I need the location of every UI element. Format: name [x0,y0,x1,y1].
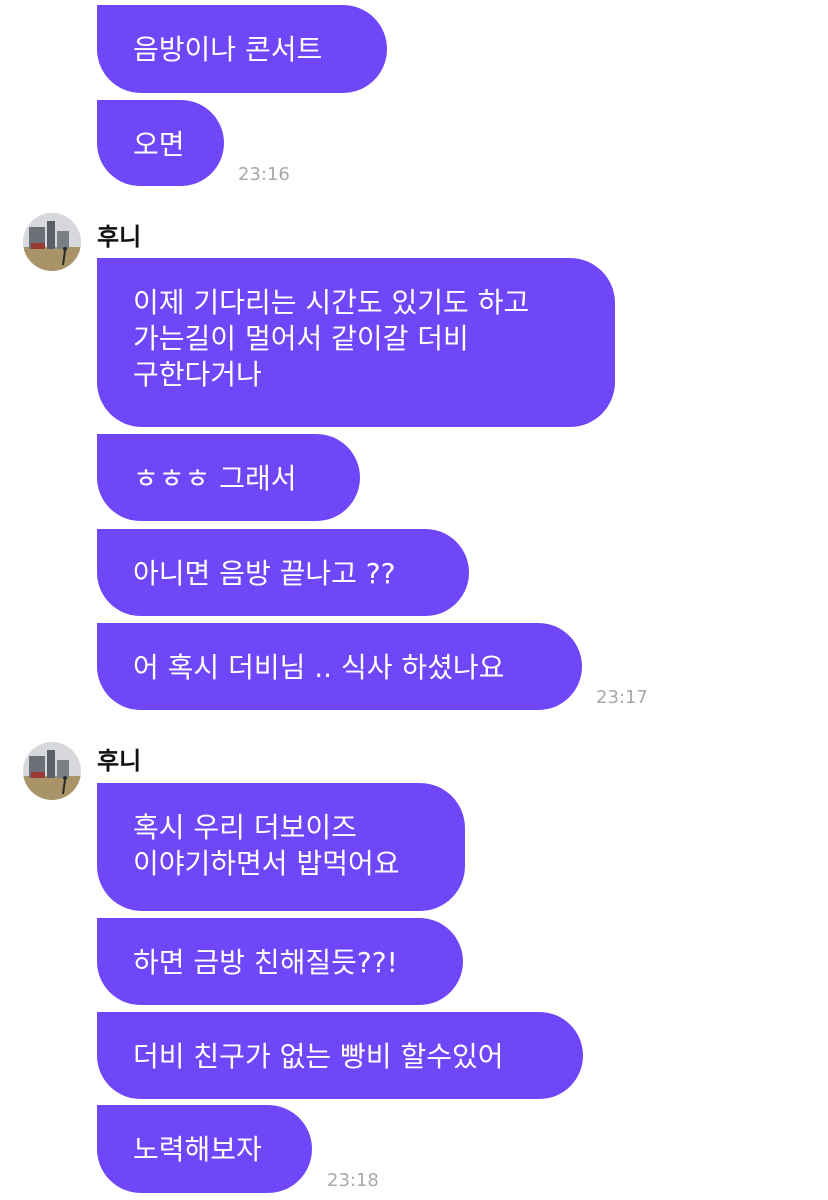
message-timestamp: 23:18 [327,1170,379,1191]
message-bubble[interactable]: 하면 금방 친해질듯??! [97,918,463,1005]
message-bubble[interactable]: 오면 [97,100,224,186]
message-text-line: 이야기하면서 밥먹어요 [133,847,400,880]
sender-name: 후니 [97,747,142,775]
message-text: 더비 친구가 없는 빵비 할수있어 [133,1040,504,1073]
message-text-line: 가는길이 멀어서 같이갈 더비 [133,322,469,355]
message-text: 노력해보자 [133,1133,262,1166]
message-timestamp: 23:16 [238,164,290,185]
message-text: ㅎㅎㅎ 그래서 [133,462,297,495]
message-bubble[interactable]: 노력해보자 [97,1105,312,1193]
message-bubble[interactable]: 혹시 우리 더보이즈 이야기하면서 밥먹어요 [97,783,465,911]
message-text: 하면 금방 친해질듯??! [133,946,398,979]
sender-name: 후니 [97,223,142,251]
message-text: 오면 [133,128,185,161]
message-timestamp: 23:17 [596,687,648,708]
profile-photo-avatar[interactable] [23,742,81,800]
avatar-image [23,213,81,271]
message-text: 음방이나 콘서트 [133,33,323,66]
chat-transcript: 음방이나 콘서트 오면 23:16 후니 이제 기다리는 시간도 있기도 하고 … [0,0,828,1200]
message-text-line: 구한다거나 [133,358,262,391]
message-bubble[interactable]: 음방이나 콘서트 [97,5,387,93]
message-text-line: 혹시 우리 더보이즈 [133,811,357,844]
message-bubble[interactable]: ㅎㅎㅎ 그래서 [97,434,360,521]
message-bubble[interactable]: 어 혹시 더비님 .. 식사 하셨나요 [97,623,582,710]
message-bubble[interactable]: 더비 친구가 없는 빵비 할수있어 [97,1012,583,1099]
message-text: 아니면 음방 끝나고 ?? [133,557,396,590]
profile-photo-avatar[interactable] [23,213,81,271]
message-bubble[interactable]: 아니면 음방 끝나고 ?? [97,529,469,616]
message-text: 어 혹시 더비님 .. 식사 하셨나요 [133,651,505,684]
message-text-line: 이제 기다리는 시간도 있기도 하고 [133,286,530,319]
avatar-image [23,742,81,800]
message-bubble[interactable]: 이제 기다리는 시간도 있기도 하고 가는길이 멀어서 같이갈 더비 구한다거나 [97,258,615,427]
